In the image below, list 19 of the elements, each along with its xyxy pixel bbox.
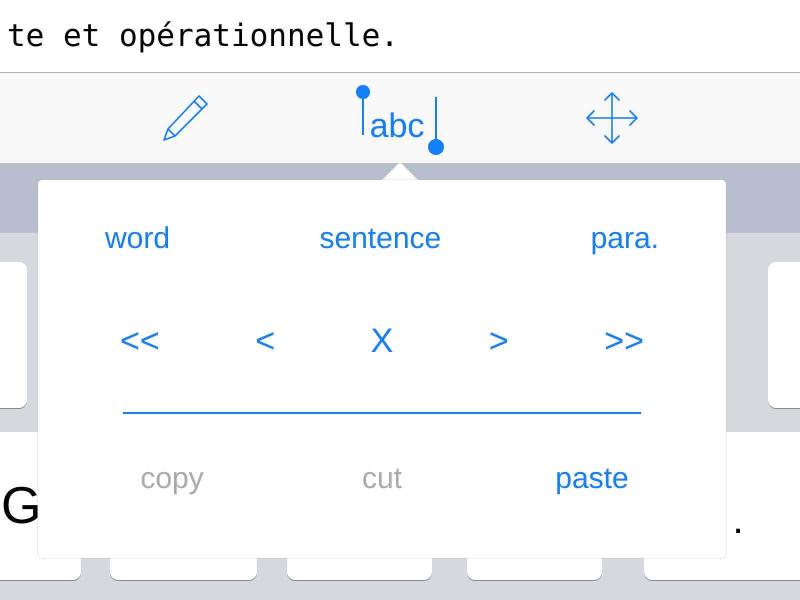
edit-action-button[interactable]: paste: [502, 464, 682, 494]
selection-end-handle-icon: [428, 97, 444, 155]
selection-unit-button[interactable]: sentence: [311, 224, 450, 254]
key-label: .: [732, 500, 744, 540]
selection-start-handle-icon: [356, 85, 370, 135]
cursor-move-button[interactable]: <<: [112, 324, 168, 358]
cursor-move-button[interactable]: >>: [596, 324, 652, 358]
move-arrows-icon: [585, 91, 639, 145]
keyboard-key[interactable]: [0, 262, 27, 408]
tool-label: abc: [370, 109, 424, 143]
cursor-move-button[interactable]: <: [247, 324, 284, 358]
key-label: G: [1, 480, 42, 532]
cursor-move-button[interactable]: X: [362, 324, 402, 358]
selection-unit-button[interactable]: word: [97, 224, 178, 254]
selection-unit-button[interactable]: para.: [582, 224, 667, 254]
document-text: te et opérationnelle.: [7, 16, 399, 56]
cursor-move-button[interactable]: >: [480, 324, 517, 358]
text-selection-tool[interactable]: abc: [356, 85, 444, 155]
keyboard-key[interactable]: [768, 262, 800, 408]
